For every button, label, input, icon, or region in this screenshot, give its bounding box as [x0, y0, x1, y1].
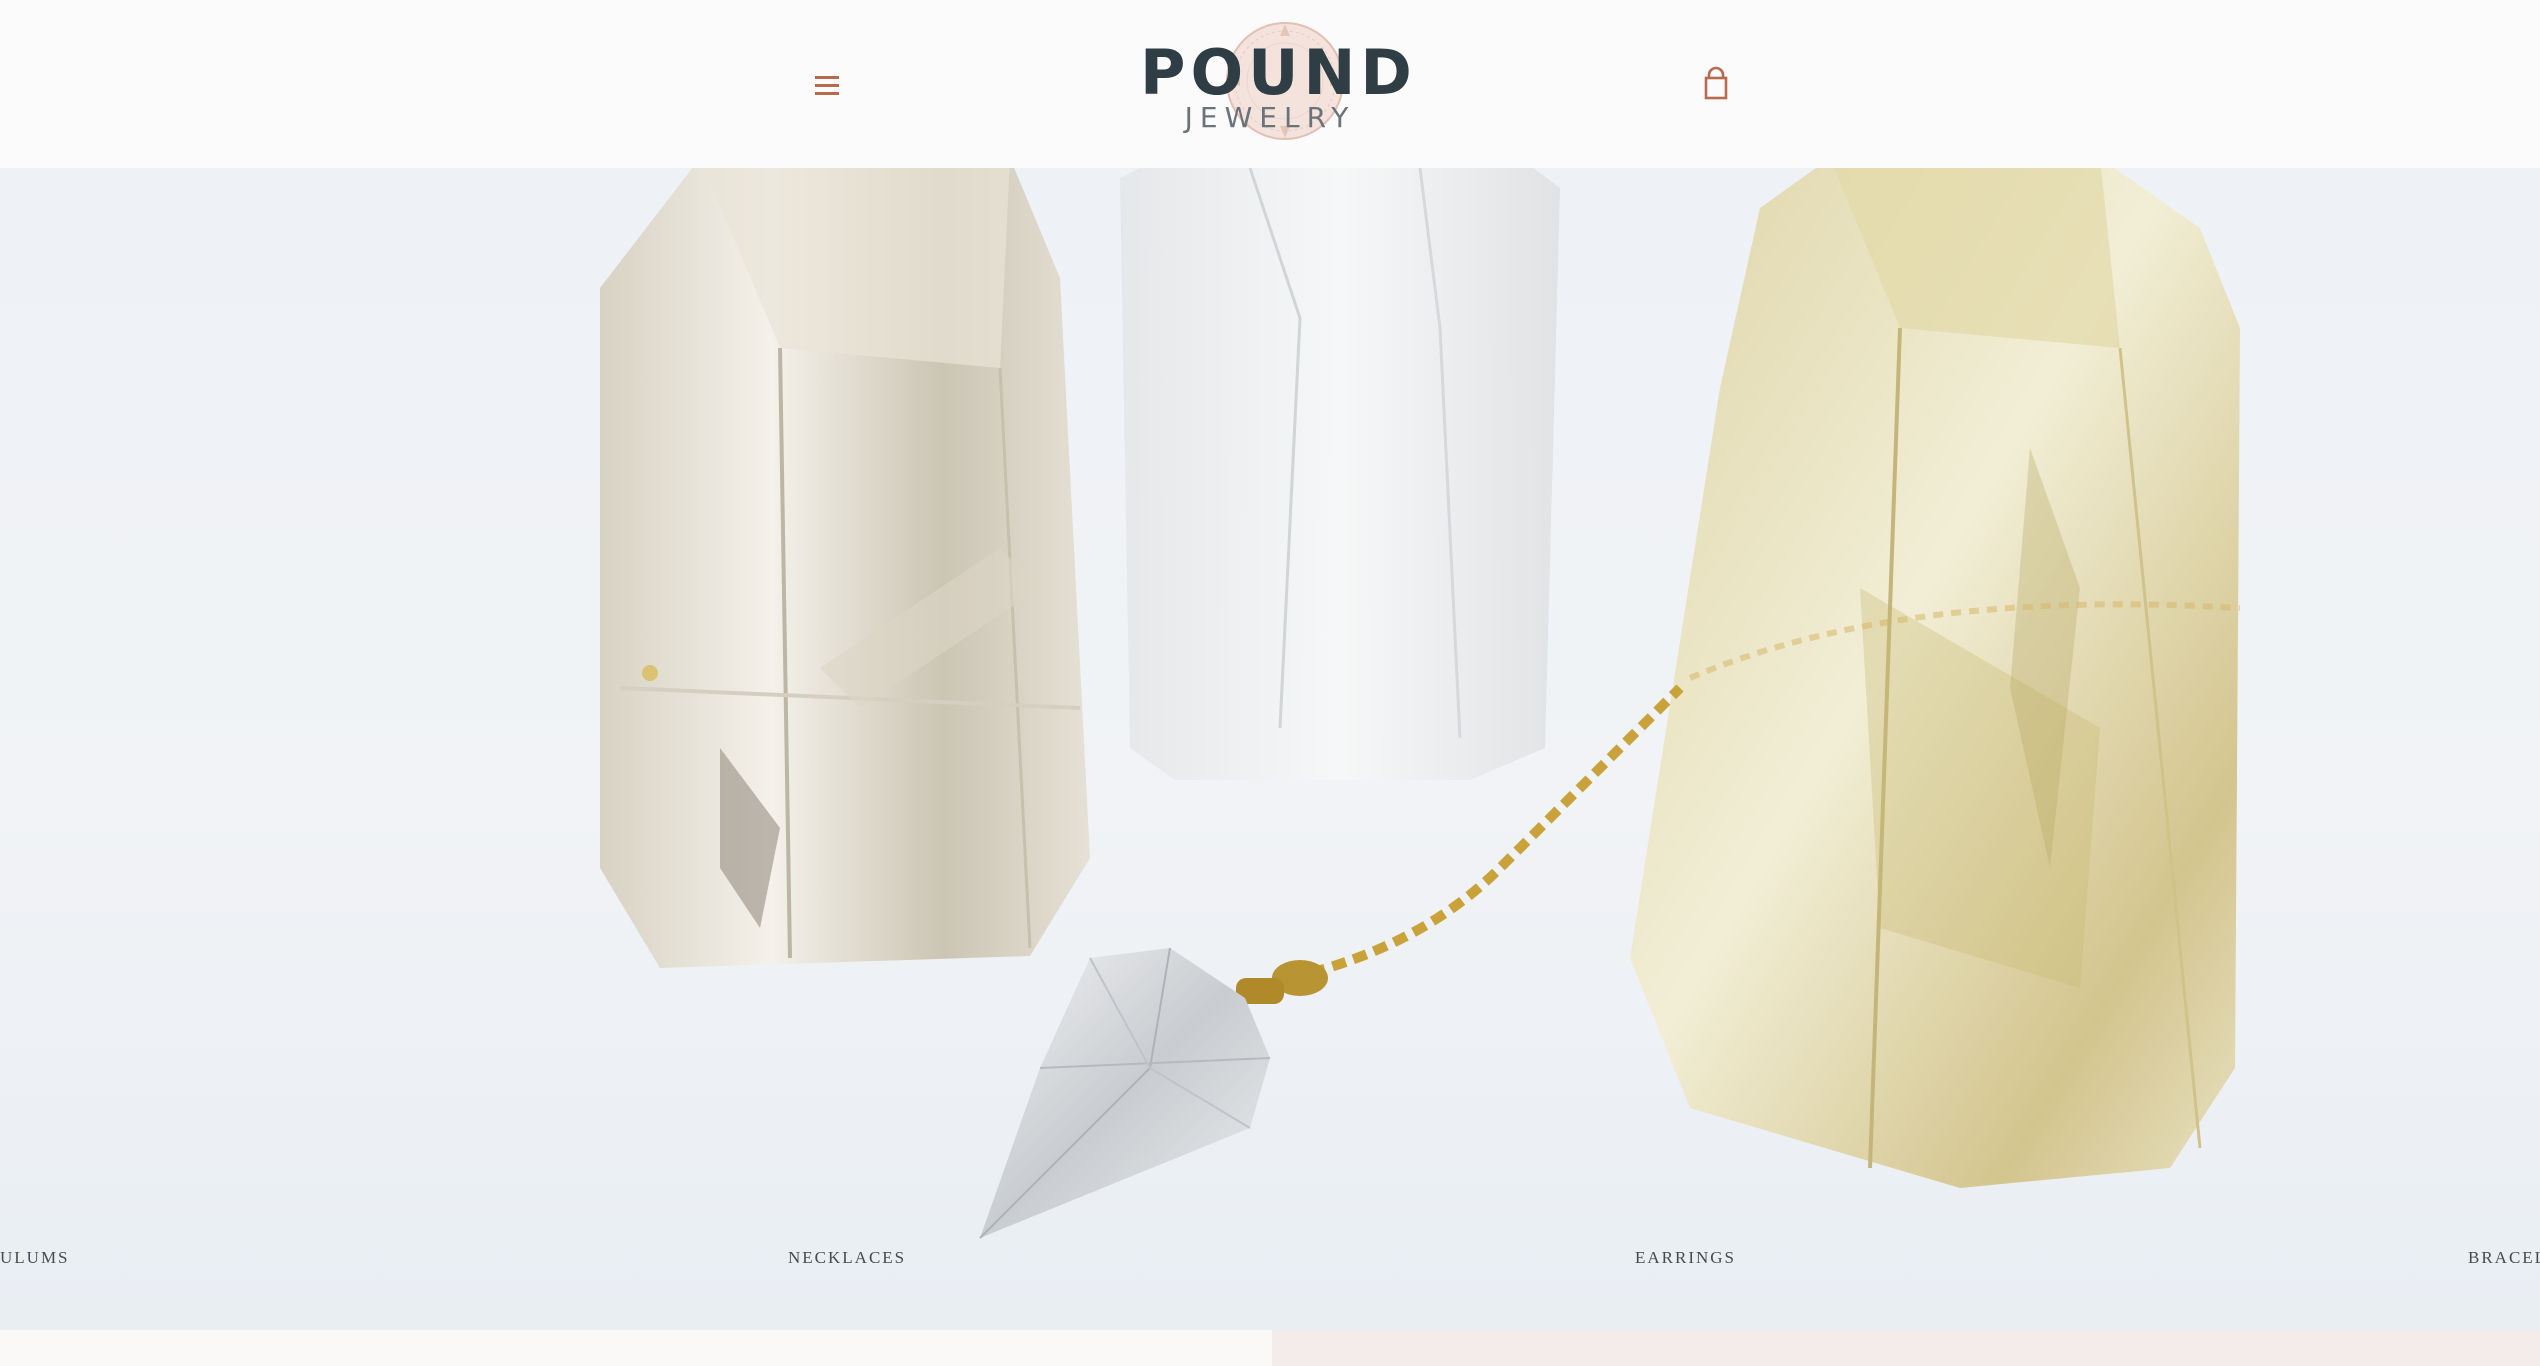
shopping-bag-icon [1704, 66, 1728, 100]
collection-link-bracelets[interactable]: BRACEL [2468, 1248, 2540, 1268]
logo-subtext: JEWELRY [1184, 101, 1356, 134]
collection-link-earrings[interactable]: EARRINGS [1635, 1248, 1736, 1268]
hero-slideshow[interactable]: ULUMS NECKLACES EARRINGS BRACEL [0, 168, 2540, 1330]
site-header: POUND JEWELRY [0, 0, 2540, 168]
collection-link-necklaces[interactable]: NECKLACES [788, 1248, 906, 1268]
site-logo[interactable]: POUND JEWELRY [1140, 12, 1417, 157]
cart-button[interactable] [1700, 66, 1732, 102]
hamburger-icon-line [815, 92, 839, 95]
menu-button[interactable] [810, 68, 844, 100]
logo-wordmark: POUND [1140, 36, 1417, 109]
promo-block-left [0, 1330, 1272, 1366]
crystals-photo [600, 168, 2241, 1239]
promo-block-right [1272, 1330, 2540, 1366]
hamburger-icon-line [815, 84, 839, 87]
hamburger-icon [815, 76, 839, 79]
collection-link-pendulums[interactable]: ULUMS [0, 1248, 70, 1268]
